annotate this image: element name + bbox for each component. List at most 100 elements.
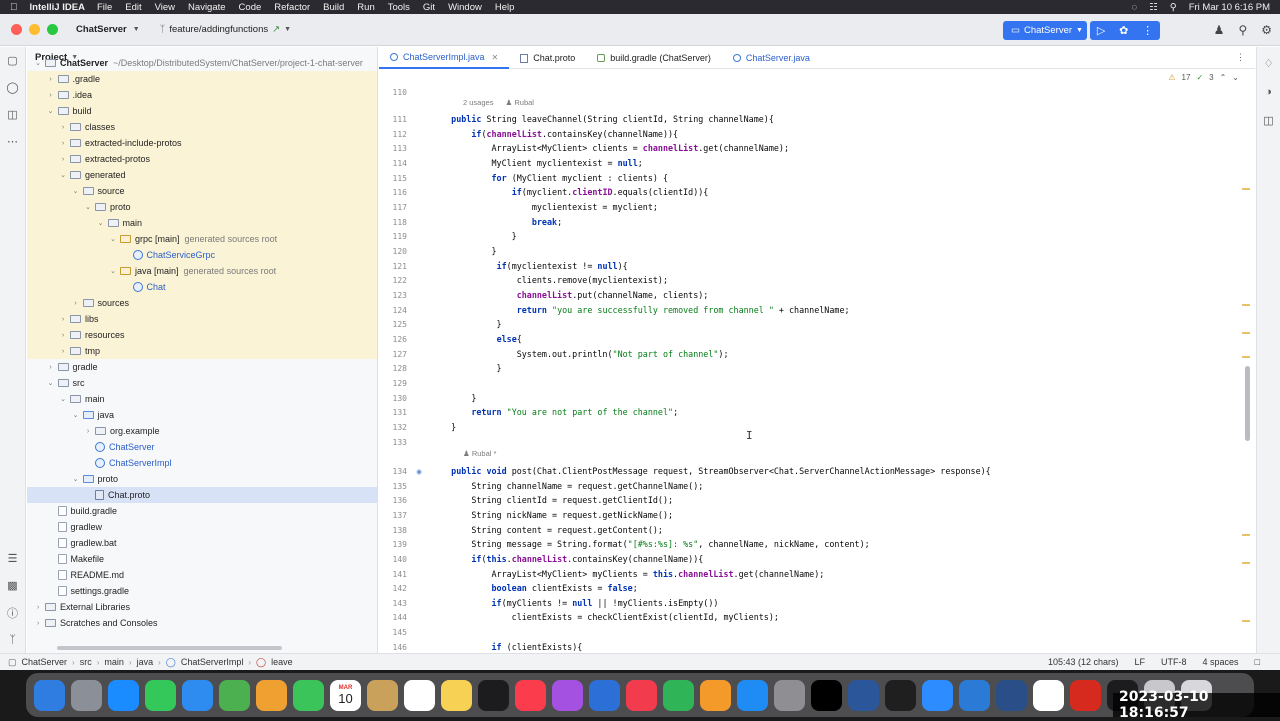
more-tools-icon[interactable]: ⋯: [0, 128, 25, 155]
breadcrumb-item[interactable]: src: [80, 657, 92, 667]
tree-item[interactable]: › sources: [27, 295, 377, 311]
implements-gutter-icon[interactable]: ◉: [407, 467, 431, 476]
line-number[interactable]: 131: [379, 408, 407, 417]
horizontal-scrollbar[interactable]: [57, 646, 282, 650]
code-line[interactable]: 124 return "you are successfully removed…: [379, 303, 1239, 318]
tab-build-gradle[interactable]: build.gradle (ChatServer): [586, 47, 722, 69]
line-number[interactable]: 114: [379, 159, 407, 168]
chevron-down-icon[interactable]: ⌄: [71, 475, 81, 483]
dock-finder-icon[interactable]: [34, 679, 65, 711]
line-number[interactable]: 127: [379, 350, 407, 359]
tree-item[interactable]: ChatServiceGrpc: [27, 247, 377, 263]
menu-refactor[interactable]: Refactor: [274, 2, 310, 13]
usages-hint[interactable]: 2 usages ♟ Rubal: [463, 98, 534, 107]
code-line[interactable]: 143 if(myClients != null || !myClients.i…: [379, 596, 1239, 611]
tree-item[interactable]: ⌄ java: [27, 407, 377, 423]
chevron-right-icon[interactable]: ›: [83, 428, 93, 435]
tree-item[interactable]: ⌄ source: [27, 183, 377, 199]
dock-launchpad-icon[interactable]: [71, 679, 102, 711]
code-line[interactable]: 141 ArrayList<MyClient> myClients = this…: [379, 567, 1239, 582]
close-icon[interactable]: ✕: [492, 53, 499, 62]
line-number[interactable]: 136: [379, 496, 407, 505]
git-tool-icon[interactable]: ᛉ: [0, 626, 25, 653]
line-number[interactable]: 124: [379, 306, 407, 315]
code-line[interactable]: 123 channelList.put(channelName, clients…: [379, 288, 1239, 303]
more-icon[interactable]: ⋮: [1142, 24, 1153, 37]
menu-window[interactable]: Window: [448, 2, 482, 13]
code-line[interactable]: 119 }: [379, 229, 1239, 244]
line-number[interactable]: 134: [379, 467, 407, 476]
chevron-right-icon[interactable]: ›: [58, 348, 68, 355]
chevron-right-icon[interactable]: ›: [58, 156, 68, 163]
breadcrumb-item[interactable]: java: [137, 657, 154, 667]
search-everywhere-icon[interactable]: ⚲: [1238, 23, 1247, 37]
tree-item[interactable]: gradlew: [27, 519, 377, 535]
dock-word-icon[interactable]: [848, 679, 879, 711]
chevron-down-icon[interactable]: ⌄: [71, 187, 81, 195]
code-line[interactable]: 134 ◉ public void post(Chat.ClientPostMes…: [379, 464, 1239, 479]
minimize-window-button[interactable]: [29, 24, 40, 35]
line-number[interactable]: 139: [379, 540, 407, 549]
menu-file[interactable]: File: [97, 2, 112, 13]
chevron-right-icon[interactable]: ›: [33, 604, 43, 611]
breadcrumb-item[interactable]: main: [104, 657, 124, 667]
line-number[interactable]: 119: [379, 232, 407, 241]
code-line[interactable]: 142 boolean clientExists = false;: [379, 581, 1239, 596]
close-window-button[interactable]: [11, 24, 22, 35]
line-number[interactable]: 142: [379, 584, 407, 593]
branch-selector[interactable]: ᛉ feature/addingfunctions ↗ ▼: [160, 24, 291, 35]
tree-item[interactable]: Chat.proto: [27, 487, 377, 503]
dock-pages-icon[interactable]: [700, 679, 731, 711]
tree-item[interactable]: ⌄ main: [27, 215, 377, 231]
dock-calendar-icon[interactable]: MAR 10: [330, 679, 361, 711]
code-line[interactable]: 118 break;: [379, 215, 1239, 230]
gradle-tool-icon[interactable]: ◑: [1265, 86, 1272, 98]
dock-network-icon[interactable]: [996, 679, 1027, 711]
code-line[interactable]: 132 }: [379, 420, 1239, 435]
tab-chatserverimpl[interactable]: ChatServerImpl.java ✕: [379, 47, 510, 69]
tree-item[interactable]: gradlew.bat: [27, 535, 377, 551]
menu-help[interactable]: Help: [495, 2, 515, 13]
chevron-right-icon[interactable]: ›: [33, 620, 43, 627]
database-tool-icon[interactable]: ◫: [1263, 114, 1273, 127]
tree-item[interactable]: ⌄ build: [27, 103, 377, 119]
dock-podcasts-icon[interactable]: [552, 679, 583, 711]
line-number[interactable]: 146: [379, 643, 407, 652]
control-center-icon[interactable]: ☷: [1149, 2, 1158, 13]
code-line[interactable]: 136 String clientId = request.getClientI…: [379, 493, 1239, 508]
dock-vscode-icon[interactable]: [959, 679, 990, 711]
dock-notes-icon[interactable]: [441, 679, 472, 711]
caret-position[interactable]: 105:43 (12 chars): [1048, 657, 1119, 667]
line-number[interactable]: 111: [379, 115, 407, 124]
tree-item[interactable]: › External Libraries: [27, 599, 377, 615]
breadcrumb-item[interactable]: ChatServerImpl: [181, 657, 244, 667]
line-number[interactable]: 115: [379, 174, 407, 183]
line-number[interactable]: 145: [379, 628, 407, 637]
dock-activity-monitor-icon[interactable]: [885, 679, 916, 711]
notifications-icon[interactable]: ♢: [1264, 57, 1274, 70]
line-number[interactable]: 137: [379, 511, 407, 520]
code-line[interactable]: 137 String nickName = request.getNickNam…: [379, 508, 1239, 523]
menu-build[interactable]: Build: [323, 2, 344, 13]
line-number[interactable]: 121: [379, 262, 407, 271]
line-number[interactable]: 133: [379, 438, 407, 447]
dock-maps-icon[interactable]: [219, 679, 250, 711]
code-line[interactable]: 126 else{: [379, 332, 1239, 347]
usages-count[interactable]: 2 usages: [463, 98, 493, 107]
dock-intellij-icon[interactable]: [811, 679, 842, 711]
dock-safari-icon[interactable]: [108, 679, 139, 711]
line-number[interactable]: 138: [379, 526, 407, 535]
chevron-up-icon[interactable]: ⌃: [1220, 73, 1227, 82]
dock-zoom-icon[interactable]: [922, 679, 953, 711]
code-line[interactable]: 112 if(channelList.containsKey(channelNa…: [379, 127, 1239, 142]
code-line[interactable]: 138 String content = request.getContent(…: [379, 523, 1239, 538]
line-number[interactable]: 129: [379, 379, 407, 388]
tree-item[interactable]: › extracted-include-protos: [27, 135, 377, 151]
lock-icon[interactable]: □: [1255, 657, 1260, 667]
chevron-down-icon[interactable]: ⌄: [58, 395, 68, 403]
dock-keynote-icon[interactable]: [589, 679, 620, 711]
tree-item[interactable]: › Scratches and Consoles: [27, 615, 377, 631]
chevron-down-icon[interactable]: ⌄: [58, 171, 68, 179]
dock-notes-app-icon[interactable]: [367, 679, 398, 711]
tree-item[interactable]: ⌄ generated: [27, 167, 377, 183]
